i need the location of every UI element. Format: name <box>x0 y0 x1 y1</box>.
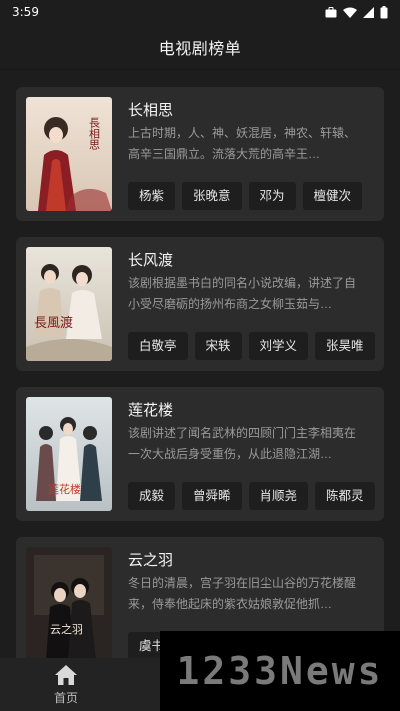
actor-tag[interactable]: 张晚意 <box>182 182 242 210</box>
app-header: 电视剧榜单 <box>0 24 400 70</box>
drama-title: 长风渡 <box>128 252 174 269</box>
home-icon <box>55 665 77 685</box>
actor-tag[interactable]: 张昊唯 <box>315 332 375 360</box>
drama-card[interactable]: 長風渡 长风渡 该剧根据墨书白的同名小说改编，讲述了自小受尽磨砺的扬州布商之女柳… <box>16 237 384 371</box>
signal-icon <box>363 6 374 18</box>
actor-tags: 白敬亭 宋轶 刘学义 张昊唯 <box>128 332 384 360</box>
poster-image: 云之羽 <box>26 547 112 658</box>
poster-title-text: 長相思 <box>88 117 101 150</box>
actor-tag[interactable]: 宋轶 <box>194 332 242 360</box>
actor-tag[interactable]: 刘学义 <box>248 332 309 360</box>
wifi-icon <box>343 7 357 18</box>
actor-tag[interactable]: 陈都灵 <box>315 482 375 510</box>
watermark-text: 1233News <box>176 649 384 693</box>
drama-card[interactable]: 長相思 长相思 上古时期，人、神、妖混居，神农、轩辕、高辛三国鼎立。流落大荒的高… <box>16 87 384 221</box>
battery-icon <box>380 5 388 18</box>
poster-image: 莲花楼 <box>26 397 112 511</box>
actor-tag[interactable]: 檀健次 <box>302 182 363 210</box>
actor-tag[interactable]: 杨紫 <box>128 182 176 210</box>
page-title: 电视剧榜单 <box>158 38 242 58</box>
drama-title: 云之羽 <box>128 552 174 569</box>
actor-tag[interactable]: 肖顺尧 <box>248 482 309 510</box>
poster-image: 長相思 <box>26 97 112 211</box>
actor-tag[interactable]: 白敬亭 <box>128 332 188 360</box>
drama-title: 长相思 <box>128 102 174 119</box>
poster-title-text: 莲花楼 <box>48 482 81 496</box>
drama-description: 上古时期，人、神、妖混居，神农、轩辕、高辛三国鼎立。流落大荒的高辛王… <box>128 126 357 161</box>
watermark-logo: 1233News <box>160 631 400 711</box>
actor-tag[interactable]: 曾舜晞 <box>182 482 242 510</box>
actor-tag[interactable]: 邓为 <box>248 182 296 210</box>
actor-tags: 成毅 曾舜晞 肖顺尧 陈都灵 <box>128 482 384 510</box>
briefcase-icon <box>325 6 337 17</box>
drama-title: 莲花楼 <box>128 402 174 419</box>
status-time: 3:59 <box>12 5 39 19</box>
nav-home[interactable]: 首页 <box>40 664 92 708</box>
drama-description: 该剧根据墨书白的同名小说改编，讲述了自小受尽磨砺的扬州布商之女柳玉茹与… <box>128 276 357 311</box>
drama-card[interactable]: 莲花楼 莲花楼 该剧讲述了闻名武林的四顾门门主李相夷在一次大战后身受重伤，从此退… <box>16 387 384 521</box>
actor-tags: 杨紫 张晚意 邓为 檀健次 <box>128 182 384 210</box>
poster-title-text: 長風渡 <box>34 315 73 331</box>
drama-list[interactable]: 長相思 长相思 上古时期，人、神、妖混居，神农、轩辕、高辛三国鼎立。流落大荒的高… <box>0 70 400 658</box>
poster-title-text: 云之羽 <box>50 622 83 636</box>
status-bar: 3:59 <box>0 0 400 24</box>
nav-home-label: 首页 <box>53 691 78 705</box>
status-icons <box>325 5 388 19</box>
actor-tag[interactable]: 成毅 <box>128 482 176 510</box>
drama-description: 冬日的清晨，宫子羽在旧尘山谷的万花楼醒来，侍奉他起床的紫衣姑娘敦促他抓… <box>128 576 357 611</box>
drama-description: 该剧讲述了闻名武林的四顾门门主李相夷在一次大战后身受重伤，从此退隐江湖… <box>128 426 357 461</box>
poster-image: 長風渡 <box>26 247 112 361</box>
